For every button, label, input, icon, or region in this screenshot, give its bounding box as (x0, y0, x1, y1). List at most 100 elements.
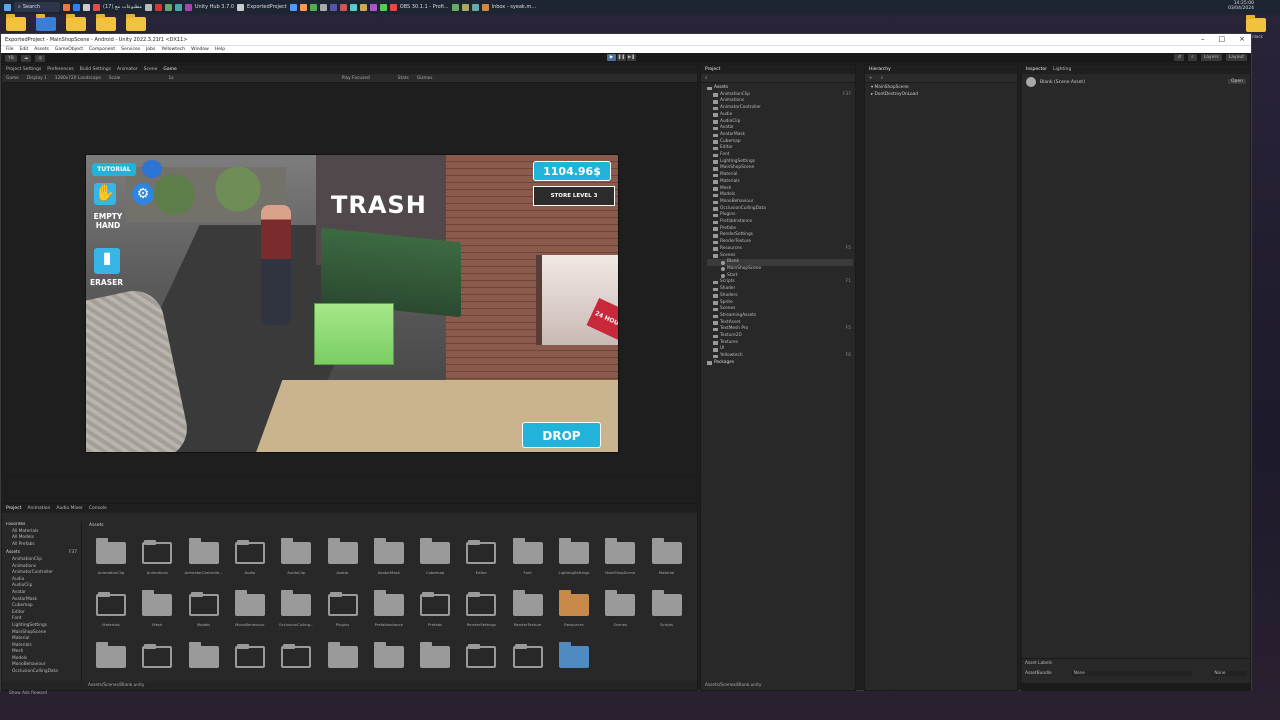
tree-item[interactable]: AnimatorController (707, 105, 853, 112)
tab-console[interactable]: Console (89, 506, 107, 511)
taskbar-item[interactable]: Unity Hub 3.7.0 (195, 4, 234, 10)
app-icon[interactable] (471, 3, 479, 11)
asset-folder-tile[interactable]: Scenes (600, 590, 640, 627)
asset-folder-tile[interactable]: Materials (91, 592, 131, 627)
asset-folder-tile[interactable] (369, 642, 409, 674)
pause-icon[interactable]: ❚❚ (617, 54, 626, 61)
taskbar-item[interactable]: OBS 30.1.1 - Profi... (400, 4, 449, 10)
menu-yellowtech[interactable]: Yellowtech (161, 47, 185, 52)
menu-component[interactable]: Component (89, 47, 115, 52)
tab-inspector[interactable]: Inspector (1026, 67, 1047, 72)
menu-gameobject[interactable]: GameObject (55, 47, 83, 52)
tab-audio-mixer[interactable]: Audio Mixer (56, 506, 83, 511)
open-button[interactable]: Open (1227, 79, 1246, 84)
tree-item[interactable]: Texture2D (707, 333, 853, 340)
app-icon[interactable] (451, 3, 459, 11)
asset-folder-tile[interactable]: Plugins (323, 592, 363, 627)
layout-dropdown[interactable]: Layout (1225, 54, 1247, 61)
tree-item[interactable]: OcclusionCullingData (6, 669, 81, 676)
asset-folder-tile[interactable]: OcclusionCulling... (276, 590, 316, 627)
tree-item[interactable]: Mesh (6, 649, 81, 656)
app-icon[interactable] (83, 3, 90, 11)
tab-animation[interactable]: Animation (27, 506, 50, 511)
tab-project-settings[interactable]: Project Settings (6, 67, 41, 72)
folder-icon[interactable] (96, 14, 116, 31)
app-icon[interactable] (73, 3, 80, 11)
asset-folder-tile[interactable]: AnimationClip (91, 538, 131, 575)
tree-item[interactable]: Audio (707, 112, 853, 119)
collab-icon[interactable]: ◎ (35, 54, 46, 62)
drop-button[interactable]: DROP (522, 422, 601, 448)
app-icon[interactable] (174, 3, 182, 11)
tree-root[interactable]: Assets (707, 85, 853, 92)
minimize-icon[interactable]: – (1201, 34, 1205, 45)
tree-item[interactable]: AudioClip (6, 583, 81, 590)
taskbar-search[interactable]: ⌕ Search (14, 2, 60, 12)
tree-item[interactable]: Blank (707, 259, 853, 266)
tab-scene[interactable]: Scene (144, 67, 158, 72)
asset-folder-tile[interactable] (137, 644, 177, 674)
asset-folder-tile[interactable] (91, 642, 131, 674)
app-icon[interactable] (461, 3, 469, 11)
hierarchy-item-dont-destroy[interactable]: ▸ DontDestroyOnLoad (871, 92, 1011, 99)
taskbar-item[interactable]: Inbox - syeak.m... (492, 4, 537, 10)
tab-project[interactable]: Project (6, 506, 21, 511)
asset-folder-tile[interactable] (461, 644, 501, 674)
asset-folder-tile[interactable]: Mesh (137, 590, 177, 627)
favorite-item[interactable]: All Prefabs (6, 542, 81, 549)
asset-folder-tile[interactable] (230, 644, 270, 674)
tree-item[interactable]: Cubemap (6, 603, 81, 610)
tab-project[interactable]: Project (705, 67, 720, 72)
tree-item[interactable]: Yellowtech F6 (707, 353, 853, 360)
asset-variant-dropdown[interactable]: None (1212, 671, 1247, 676)
asset-folder-tile[interactable]: AnimatorControlle... (184, 538, 224, 575)
asset-folder-tile[interactable]: Models (184, 592, 224, 627)
menu-file[interactable]: File (6, 47, 14, 52)
app-icon[interactable] (299, 3, 307, 11)
app-icon[interactable] (154, 3, 162, 11)
app-icon[interactable] (309, 3, 317, 11)
app-icon[interactable] (481, 3, 489, 11)
menu-help[interactable]: Help (215, 47, 225, 52)
app-icon[interactable] (184, 3, 192, 11)
system-clock[interactable]: 14:25:00 03/04/2024 (1228, 1, 1254, 11)
app-icon[interactable] (389, 3, 397, 11)
asset-folder-tile[interactable] (508, 644, 548, 674)
assets-header[interactable]: Assets (6, 550, 20, 557)
asset-folder-tile[interactable] (415, 642, 455, 674)
asset-folder-tile[interactable] (184, 642, 224, 674)
cloud-icon[interactable]: ☁ (20, 54, 32, 62)
tab-hierarchy[interactable]: Hierarchy (869, 67, 891, 72)
asset-folder-tile[interactable]: RenderSettings (461, 592, 501, 627)
tree-item[interactable]: MonoBehaviour (707, 199, 853, 206)
app-icon[interactable] (144, 3, 152, 11)
tree-item[interactable]: PrefabInstance (707, 219, 853, 226)
scale-value[interactable]: 1x (168, 76, 173, 81)
taskbar-item[interactable]: ExportedProject (247, 4, 287, 10)
add-icon[interactable]: + (869, 76, 873, 81)
tree-item[interactable]: AnimatorController (6, 570, 81, 577)
tab-game[interactable]: Game (163, 67, 176, 72)
tree-item[interactable]: AvatarMask (707, 132, 853, 139)
eraser-icon[interactable]: ▮ (94, 248, 120, 274)
asset-folder-tile[interactable]: Material (647, 538, 687, 575)
asset-folder-tile[interactable]: RenderTexture (508, 590, 548, 627)
asset-folder-tile[interactable]: MonoBehaviour (230, 590, 270, 627)
asset-bundle-dropdown[interactable]: None (1071, 671, 1193, 676)
tree-item[interactable]: Textures (707, 340, 853, 347)
search-icon[interactable]: ⌕ (1188, 54, 1197, 61)
chat-icon[interactable] (142, 160, 162, 178)
asset-folder-tile[interactable]: Font (508, 538, 548, 575)
asset-folder-tile[interactable]: LightingSettings (554, 538, 594, 575)
step-icon[interactable]: ▶❚ (627, 54, 636, 61)
menu-services[interactable]: Services (121, 47, 140, 52)
account-button[interactable]: YB (5, 54, 17, 62)
tree-item[interactable]: Font (6, 616, 81, 623)
asset-folder-tile[interactable]: Animations (137, 540, 177, 575)
play-icon[interactable]: ▶ (607, 54, 616, 61)
menu-assets[interactable]: Assets (34, 47, 49, 52)
app-icon[interactable] (289, 3, 297, 11)
hierarchy-item-main-shop-scene[interactable]: ▾ MainShopScene (871, 85, 1011, 92)
tab-lighting[interactable]: Lighting (1053, 67, 1071, 72)
layers-dropdown[interactable]: Layers (1200, 54, 1222, 61)
